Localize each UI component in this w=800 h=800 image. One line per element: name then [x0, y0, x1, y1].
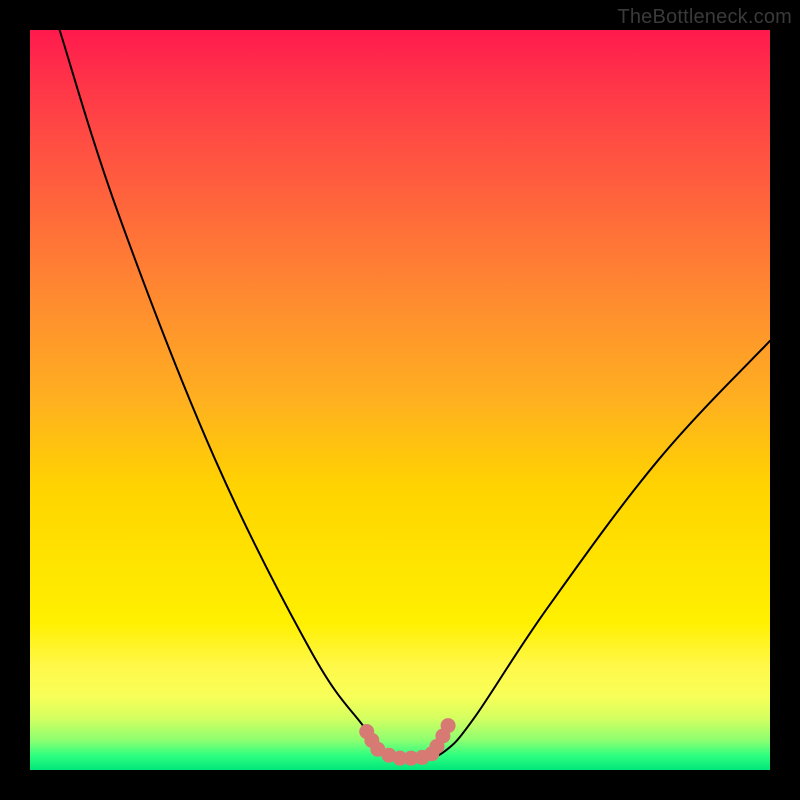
trough-marker — [441, 718, 456, 733]
watermark-label: TheBottleneck.com — [617, 6, 792, 29]
curve-svg — [30, 30, 770, 770]
bottleneck-curve — [60, 30, 770, 760]
chart-frame: TheBottleneck.com — [0, 0, 800, 800]
trough-markers-group — [359, 718, 455, 766]
